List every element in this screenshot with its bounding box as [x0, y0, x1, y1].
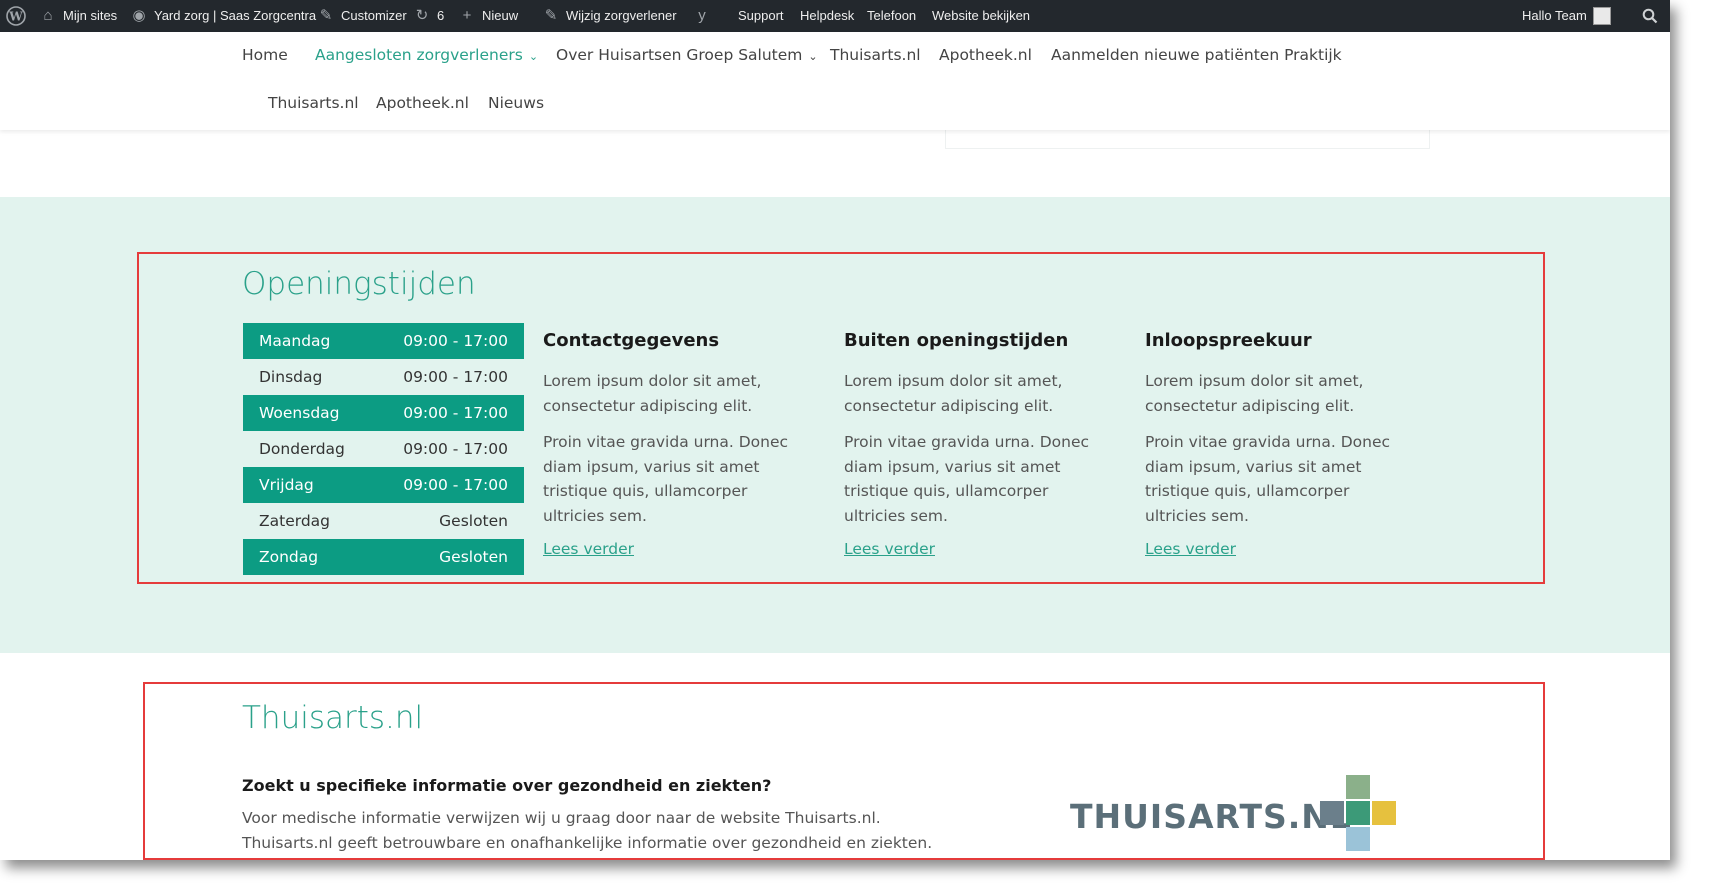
nav-item-home[interactable]: Home	[242, 45, 288, 65]
adminbar-helpdesk[interactable]: Helpdesk	[800, 0, 854, 32]
column-text: Lorem ipsum dolor sit amet, consectetur …	[543, 372, 762, 415]
logo-square	[1320, 801, 1344, 825]
opening-hours-table: Maandag 09:00 - 17:00 Dinsdag 09:00 - 17:0…	[243, 323, 524, 575]
main-navigation: Home Aangesloten zorgverleners ⌄ Over Hui…	[0, 32, 1670, 130]
info-column-buiten-openingstijden: Buiten openingstijden Lorem ipsum dolor …	[844, 330, 1114, 558]
table-row: Donderdag 09:00 - 17:00	[259, 440, 508, 458]
adminbar-account[interactable]: Hallo Team	[1522, 0, 1611, 32]
nav-item-thuisarts-2[interactable]: Thuisarts.nl	[268, 93, 359, 113]
pencil-icon: ✎	[544, 7, 558, 24]
logo-square	[1346, 801, 1370, 825]
thuisarts-logo[interactable]: THUISARTS.NL	[1070, 775, 1430, 855]
info-column-contact: Contactgegevens Lorem ipsum dolor sit am…	[543, 330, 813, 558]
table-row: Vrijdag 09:00 - 17:00	[243, 467, 524, 503]
info-column-inloopspreekuur: Inloopspreekuur Lorem ipsum dolor sit am…	[1145, 330, 1415, 558]
adminbar-view-site[interactable]: Website bekijken	[932, 0, 1030, 32]
nav-item-thuisarts[interactable]: Thuisarts.nl	[830, 45, 921, 65]
chevron-down-icon: ⌄	[528, 50, 539, 63]
nav-item-apotheek[interactable]: Apotheek.nl	[939, 45, 1032, 65]
nav-item-aanmelden[interactable]: Aanmelden nieuwe patiënten Praktijk	[1051, 45, 1342, 65]
updates-icon: ↻	[415, 7, 429, 24]
adminbar-edit[interactable]: ✎ Wijzig zorgverlener	[542, 0, 677, 32]
adminbar-my-sites[interactable]: ⌂ Mijn sites	[39, 0, 117, 32]
column-text: Lorem ipsum dolor sit amet, consectetur …	[1145, 372, 1364, 415]
table-row: Zondag Gesloten	[243, 539, 524, 575]
column-text: Lorem ipsum dolor sit amet, consectetur …	[844, 372, 1063, 415]
table-row: Woensdag 09:00 - 17:00	[243, 395, 524, 431]
wordpress-icon[interactable]: W	[6, 0, 26, 32]
wp-admin-bar: W ⌂ Mijn sites ◉ Yard zorg | Saas Zorgce…	[0, 0, 1670, 32]
logo-square	[1372, 801, 1396, 825]
column-title: Inloopspreekuur	[1145, 330, 1312, 351]
nav-item-over-huisartsen[interactable]: Over Huisartsen Groep Salutem ⌄	[556, 45, 818, 67]
adminbar-yoast[interactable]: y	[693, 0, 711, 32]
column-text: Proin vitae gravida urna. Donec diam ips…	[1145, 433, 1391, 525]
search-icon	[1642, 8, 1658, 24]
adminbar-site-name[interactable]: ◉ Yard zorg | Saas Zorgcentra	[130, 0, 316, 32]
nav-item-apotheek-2[interactable]: Apotheek.nl	[376, 93, 469, 113]
svg-text:W: W	[8, 10, 23, 24]
column-title: Contactgegevens	[543, 330, 720, 351]
openingstijden-title: Openingstijden	[242, 266, 476, 302]
browser-viewport: W ⌂ Mijn sites ◉ Yard zorg | Saas Zorgce…	[0, 0, 1670, 860]
read-more-link[interactable]: Lees verder	[844, 540, 1114, 558]
nav-item-nieuws[interactable]: Nieuws	[488, 93, 544, 113]
adminbar-updates[interactable]: ↻ 6	[413, 0, 445, 32]
column-text: Proin vitae gravida urna. Donec diam ips…	[543, 433, 789, 525]
adminbar-search[interactable]	[1642, 0, 1658, 32]
adminbar-telefoon[interactable]: Telefoon	[867, 0, 916, 32]
chevron-down-icon: ⌄	[808, 50, 818, 63]
nav-item-aangesloten-zorgverleners[interactable]: Aangesloten zorgverleners ⌄	[315, 45, 538, 67]
thuisarts-title: Thuisarts.nl	[242, 700, 424, 736]
read-more-link[interactable]: Lees verder	[543, 540, 813, 558]
adminbar-new[interactable]: + Nieuw	[458, 0, 519, 32]
thuisarts-heading: Zoekt u specifieke informatie over gezon…	[242, 776, 772, 795]
read-more-link[interactable]: Lees verder	[1145, 540, 1415, 558]
sites-icon: ⌂	[43, 7, 53, 24]
column-title: Buiten openingstijden	[844, 330, 1069, 351]
table-row: Dinsdag 09:00 - 17:00	[259, 368, 508, 386]
adminbar-support[interactable]: Support	[738, 0, 784, 32]
column-text: Proin vitae gravida urna. Donec diam ips…	[844, 433, 1090, 525]
brush-icon: ✎	[319, 7, 333, 24]
table-row: Maandag 09:00 - 17:00	[243, 323, 524, 359]
table-row: Zaterdag Gesloten	[259, 512, 508, 530]
adminbar-customizer[interactable]: ✎ Customizer	[317, 0, 407, 32]
home-icon: ◉	[132, 7, 146, 24]
avatar	[1592, 7, 1611, 25]
logo-square	[1346, 827, 1370, 851]
logo-square	[1346, 775, 1370, 799]
yoast-icon: y	[698, 7, 706, 24]
plus-icon: +	[462, 7, 472, 24]
thuisarts-text: Voor medische informatie verwijzen wij u…	[242, 809, 933, 852]
